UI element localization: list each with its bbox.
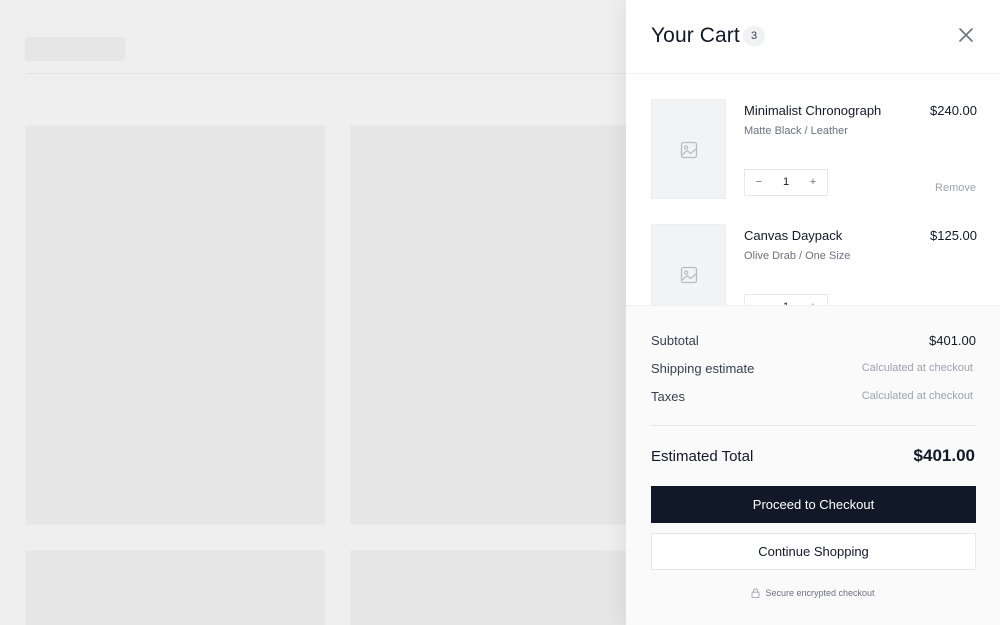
image-placeholder-icon [680,141,698,159]
order-summary: Subtotal $401.00 Shipping estimate Calcu… [626,305,1000,625]
background-header-divider [25,73,665,74]
item-name: Minimalist Chronograph [744,103,882,118]
subtotal-row: Subtotal $401.00 [651,333,976,351]
background-product-card [25,125,325,525]
item-variant: Matte Black / Leather [744,125,848,137]
summary-divider [651,425,976,426]
close-cart-button[interactable] [955,24,977,46]
background-logo-placeholder [25,37,125,61]
shipping-row: Shipping estimate Calculated at checkout [651,361,976,379]
cart-count-badge: 3 [743,26,765,46]
remove-item-link[interactable]: Remove [935,182,976,194]
quantity-value: 1 [773,295,799,305]
item-name: Canvas Daypack [744,228,843,243]
product-image [651,99,726,199]
increase-quantity-button[interactable]: + [799,170,827,195]
cart-items-list[interactable]: Minimalist Chronograph Matte Black / Lea… [626,74,1000,305]
taxes-row: Taxes Calculated at checkout [651,389,976,407]
background-product-card [350,125,650,525]
total-label: Estimated Total [651,448,754,465]
item-variant: Olive Drab / One Size [744,250,851,262]
cart-header: Your Cart 3 [626,0,1000,74]
shipping-label: Shipping estimate [651,361,755,376]
taxes-label: Taxes [651,389,685,404]
decrease-quantity-button[interactable]: − [745,295,773,305]
item-price: $240.00 [930,103,977,118]
subtotal-value: $401.00 [929,333,976,348]
quantity-value: 1 [782,176,790,188]
image-placeholder-icon [680,266,698,284]
lock-icon [752,588,760,598]
shipping-value: Calculated at checkout [861,362,973,374]
proceed-to-checkout-button[interactable]: Proceed to Checkout [651,486,976,523]
secure-checkout-note: Secure encrypted checkout [626,588,1000,602]
background-product-card [25,550,325,625]
continue-shopping-button[interactable]: Continue Shopping [651,533,976,570]
decrease-quantity-button[interactable]: − [745,170,773,195]
secure-checkout-text: Secure encrypted checkout [765,588,875,598]
cart-drawer: Your Cart 3 Minimalist Chronograph Matte… [626,0,1000,625]
background-product-card [350,550,650,625]
total-row: Estimated Total $401.00 [651,446,976,468]
close-icon [959,28,973,42]
quantity-stepper: − 1 + [744,169,828,196]
quantity-stepper: − 1 + [744,294,828,305]
total-value: $401.00 [913,446,975,465]
item-price: $125.00 [930,228,977,243]
taxes-value: Calculated at checkout [861,390,973,402]
subtotal-label: Subtotal [651,333,699,348]
cart-item: Canvas Daypack Olive Drab / One Size $12… [626,223,1000,305]
increase-quantity-button[interactable]: + [799,295,827,305]
product-image [651,224,726,305]
cart-title: Your Cart [651,24,740,47]
cart-item: Minimalist Chronograph Matte Black / Lea… [626,98,1000,223]
